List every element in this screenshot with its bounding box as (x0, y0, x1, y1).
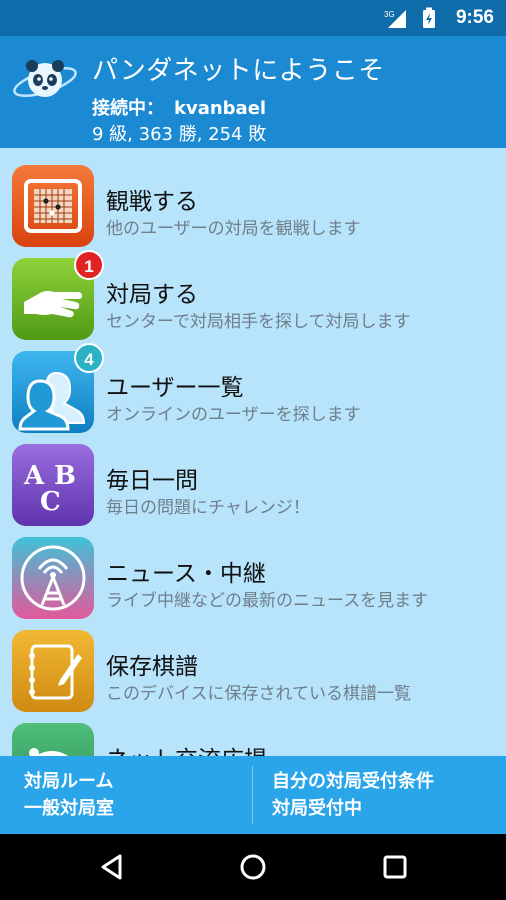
community-icon (12, 723, 94, 756)
network-type-label: 3G (384, 10, 395, 19)
menu-item-play[interactable]: 1 対局する センターで対局相手を探して対局します (0, 241, 506, 340)
menu-item-title: ユーザー一覧 (106, 375, 244, 401)
menu-item-title: ネット交流広場 (106, 740, 267, 756)
menu-item-users[interactable]: 4 ユーザー一覧 オンラインのユーザーを探します (0, 334, 506, 433)
notification-badge: 1 (74, 250, 104, 280)
connection-label: 接続中： (92, 98, 164, 119)
status-time: 9:56 (455, 7, 494, 28)
page-title: パンダネットにようこそ (92, 56, 385, 86)
users-icon: 4 (12, 343, 104, 433)
recents-icon[interactable] (380, 852, 410, 886)
status-bar: 3G 9:56 (0, 0, 506, 36)
menu-item-subtitle: センターで対局相手を探して対局します (106, 312, 411, 332)
menu-item-watch[interactable]: 観戦する 他のユーザーの対局を観戦します (0, 148, 506, 247)
menu-item-subtitle: 他のユーザーの対局を観戦します (106, 219, 361, 239)
conditions-label: 自分の対局受付条件 (272, 771, 434, 792)
menu-item-title: 対局する (106, 282, 198, 308)
menu-item-title: 毎日一問 (106, 468, 198, 494)
connection-status: 接続中： kvanbael (92, 94, 266, 120)
menu-item-subtitle: ライブ中継などの最新のニュースを見ます (106, 591, 429, 611)
home-icon[interactable] (238, 852, 268, 886)
svg-text:C: C (40, 487, 61, 517)
room-label: 対局ルーム (24, 771, 114, 792)
abc-icon: A B C (12, 444, 94, 526)
menu-item-saved-games[interactable]: 保存棋譜 このデバイスに保存されている棋譜一覧 (0, 613, 506, 712)
footer-divider (252, 766, 253, 824)
hand-icon: 1 (12, 250, 104, 340)
back-icon[interactable] (98, 852, 128, 886)
menu-item-title: 観戦する (106, 189, 198, 215)
signal-icon: 3G (384, 8, 410, 34)
room-info[interactable]: 対局ルーム 一般対局室 (24, 768, 114, 822)
menu-item-title: ニュース・中継 (106, 561, 266, 587)
system-nav-bar (0, 834, 506, 900)
match-conditions[interactable]: 自分の対局受付条件 対局受付中 (272, 768, 434, 822)
room-value: 一般対局室 (24, 798, 114, 819)
user-record: 9 級, 363 勝, 254 敗 (92, 124, 267, 145)
menu-item-subtitle: このデバイスに保存されている棋譜一覧 (106, 684, 411, 704)
notebook-icon (12, 630, 94, 712)
go-board-icon (12, 165, 94, 247)
welcome-header: パンダネットにようこそ 接続中： kvanbael 9 級, 363 勝, 254… (0, 36, 506, 148)
menu-item-daily-problem[interactable]: A B C 毎日一問 毎日の問題にチャレンジ！ (0, 427, 506, 526)
panda-logo-icon (10, 52, 80, 112)
username: kvanbael (174, 98, 267, 119)
footer-bar: 対局ルーム 一般対局室 自分の対局受付条件 対局受付中 (0, 756, 506, 834)
battery-icon (422, 7, 436, 33)
menu-item-news[interactable]: ニュース・中継 ライブ中継などの最新のニュースを見ます (0, 520, 506, 619)
main-menu-list[interactable]: 観戦する 他のユーザーの対局を観戦します 1 対局する センターで対局相手を探し… (0, 148, 506, 756)
menu-item-subtitle: オンラインのユーザーを探します (106, 405, 361, 425)
broadcast-icon (12, 537, 94, 619)
menu-item-subtitle: 毎日の問題にチャレンジ！ (106, 498, 310, 518)
menu-item-community[interactable]: ネット交流広場 (0, 706, 506, 756)
menu-item-title: 保存棋譜 (106, 654, 198, 680)
notification-badge: 4 (74, 343, 104, 373)
conditions-value: 対局受付中 (272, 798, 362, 819)
